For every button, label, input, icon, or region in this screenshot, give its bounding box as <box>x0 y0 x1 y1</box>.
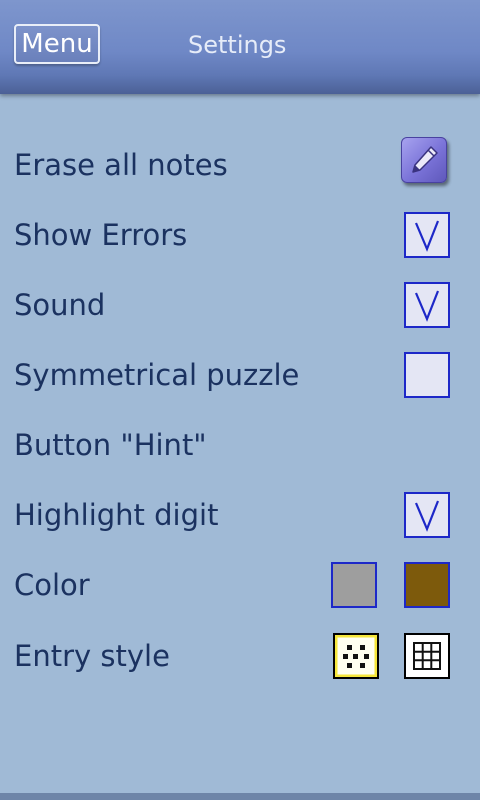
setting-color: Color <box>0 550 480 620</box>
setting-show-errors: Show Errors <box>0 200 480 270</box>
show-errors-label: Show Errors <box>14 218 188 252</box>
setting-symmetrical-puzzle: Symmetrical puzzle <box>0 340 480 410</box>
entry-style-keypad-option[interactable] <box>333 633 379 679</box>
menu-button[interactable]: Menu <box>14 24 100 64</box>
symmetrical-puzzle-checkbox[interactable] <box>404 352 450 398</box>
checkmark-icon <box>414 220 440 252</box>
grid-style-icon <box>413 642 441 670</box>
setting-entry-style: Entry style <box>0 621 480 691</box>
setting-erase-all-notes: Erase all notes <box>0 130 480 200</box>
highlight-digit-label: Highlight digit <box>14 498 219 532</box>
hint-button-label: Button "Hint" <box>14 428 207 462</box>
color-swatch-brown[interactable] <box>404 562 450 608</box>
checkmark-icon <box>414 500 440 532</box>
entry-style-grid-option[interactable] <box>404 633 450 679</box>
entry-style-label: Entry style <box>14 639 170 673</box>
page-title: Settings <box>188 31 287 59</box>
highlight-digit-checkbox[interactable] <box>404 492 450 538</box>
sound-label: Sound <box>14 288 106 322</box>
erase-all-notes-label: Erase all notes <box>14 148 228 182</box>
pencil-icon <box>412 146 438 173</box>
setting-hint-button[interactable]: Button "Hint" <box>0 410 480 480</box>
symmetrical-puzzle-label: Symmetrical puzzle <box>14 358 300 392</box>
keypad-style-icon <box>335 635 377 677</box>
show-errors-checkbox[interactable] <box>404 212 450 258</box>
title-bar: Menu Settings <box>0 0 480 94</box>
erase-notes-button[interactable] <box>401 137 447 183</box>
color-swatch-gray[interactable] <box>331 562 377 608</box>
sound-checkbox[interactable] <box>404 282 450 328</box>
checkmark-icon <box>414 290 440 322</box>
setting-sound: Sound <box>0 270 480 340</box>
color-label: Color <box>14 568 90 602</box>
bottom-divider <box>0 793 480 800</box>
setting-highlight-digit: Highlight digit <box>0 480 480 550</box>
